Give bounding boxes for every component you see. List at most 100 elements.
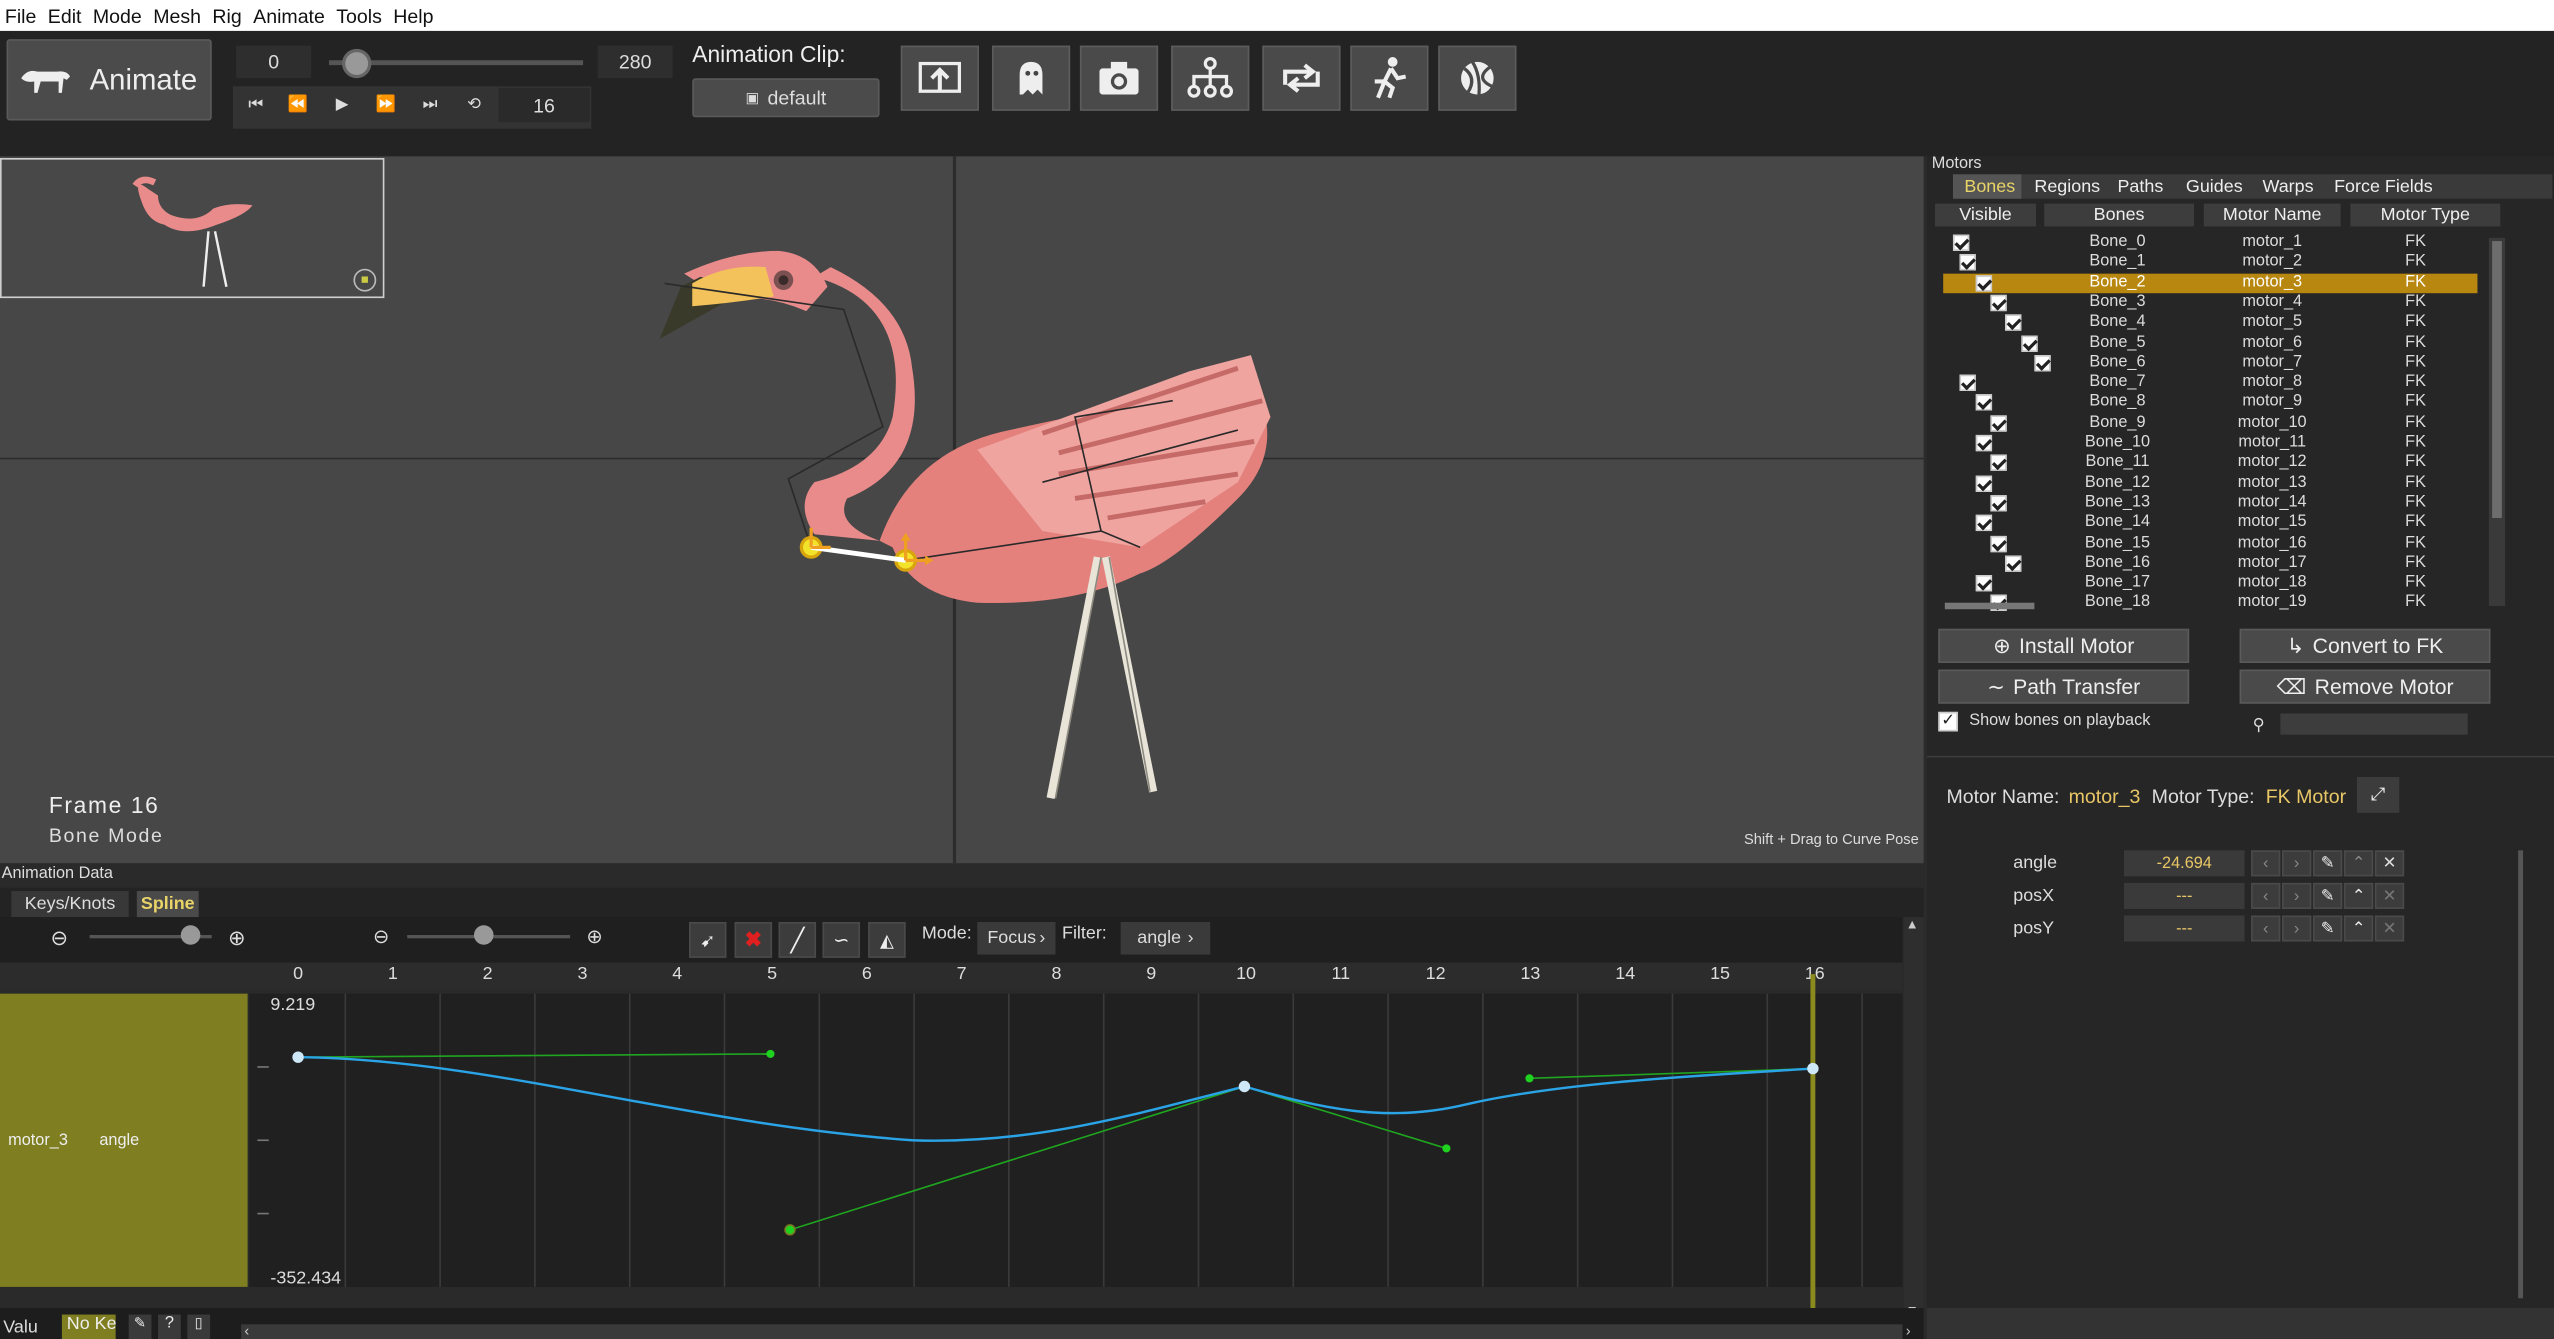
convert-fk-button[interactable]: ↳ Convert to FK xyxy=(2239,628,2491,663)
bone-name: Bone_8 xyxy=(2089,393,2146,412)
scroll-left-icon[interactable]: ‹ xyxy=(244,1323,249,1339)
delete-key-button[interactable]: ✕ xyxy=(2374,915,2405,942)
bone-row[interactable]: Bone_11 motor_12 FK xyxy=(1943,453,2477,473)
visible-checkbox[interactable] xyxy=(1990,495,2007,512)
visible-checkbox[interactable] xyxy=(1975,434,1993,452)
motor-name: motor_18 xyxy=(2237,573,2307,592)
bone-row[interactable]: Bone_0 motor_1 FK xyxy=(1943,233,2477,253)
visible-checkbox[interactable] xyxy=(2005,555,2022,572)
visible-checkbox[interactable] xyxy=(2034,354,2051,372)
bone-name: Bone_5 xyxy=(2089,333,2146,352)
remove-motor-button[interactable]: ⌫ Remove Motor xyxy=(2239,669,2491,704)
visible-checkbox[interactable] xyxy=(1975,575,1993,592)
visible-checkbox[interactable] xyxy=(1959,374,1976,392)
bone-row[interactable]: Bone_15 motor_16 FK xyxy=(1943,533,2477,553)
clipboard-button[interactable]: ▯ xyxy=(187,1314,211,1339)
visible-checkbox[interactable] xyxy=(2005,314,2022,331)
bone-row[interactable]: Bone_8 motor_9 FK xyxy=(1943,393,2477,413)
visible-checkbox[interactable] xyxy=(1975,274,1993,291)
edit-key-button[interactable]: ✎ xyxy=(2312,850,2343,877)
visible-checkbox[interactable] xyxy=(2021,334,2038,352)
next-key-button[interactable]: › xyxy=(2281,882,2312,909)
visible-checkbox[interactable] xyxy=(1959,254,1976,271)
column-visible[interactable]: Visible xyxy=(1935,203,2037,227)
scroll-up-icon[interactable]: ▲ xyxy=(1906,917,1919,932)
tangent-handle[interactable] xyxy=(1525,1074,1534,1083)
bone-row[interactable]: Bone_2 motor_3 FK xyxy=(1943,273,2478,293)
motor-name: motor_9 xyxy=(2242,393,2303,412)
tangent-handle[interactable] xyxy=(1442,1144,1451,1153)
key-up-button[interactable]: ⌃ xyxy=(2343,915,2374,942)
next-key-button[interactable]: › xyxy=(2281,850,2312,877)
prev-key-button[interactable]: ‹ xyxy=(2251,882,2281,909)
tab-paths[interactable]: Paths xyxy=(2117,174,2163,198)
bone-row[interactable]: Bone_13 motor_14 FK xyxy=(1943,493,2477,513)
prev-key-button[interactable]: ‹ xyxy=(2251,915,2281,942)
motor-type-label: Motor Type: xyxy=(2151,785,2255,808)
tab-force-fields[interactable]: Force Fields xyxy=(2334,174,2433,198)
key-point[interactable] xyxy=(1238,1080,1251,1093)
motor-name: motor_4 xyxy=(2242,293,2303,311)
visible-checkbox[interactable] xyxy=(1975,394,1993,412)
next-key-button[interactable]: › xyxy=(2281,915,2312,942)
show-bones-checkbox[interactable]: ✓ xyxy=(1938,711,1958,732)
bone-row[interactable]: Bone_7 motor_8 FK xyxy=(1943,373,2477,393)
tab-warps[interactable]: Warps xyxy=(2262,174,2313,198)
tab-bones[interactable]: Bones xyxy=(1964,174,2015,198)
plus-circle-icon: ⊕ xyxy=(1993,632,2011,658)
column-bones[interactable]: Bones xyxy=(2044,203,2195,227)
edit-key-button[interactable]: ✎ xyxy=(2312,915,2343,942)
expand-button[interactable]: ⤢ xyxy=(2356,777,2400,813)
property-value-input[interactable]: --- xyxy=(2123,882,2245,909)
bone-row[interactable]: Bone_5 motor_6 FK xyxy=(1943,333,2477,353)
delete-key-button[interactable]: ✕ xyxy=(2374,882,2405,909)
bone-row[interactable]: Bone_4 motor_5 FK xyxy=(1943,313,2477,333)
delete-key-button[interactable]: ✕ xyxy=(2374,850,2405,877)
tab-regions[interactable]: Regions xyxy=(2034,174,2100,198)
wrench-button[interactable]: ✎ xyxy=(128,1314,152,1339)
tangent-handle[interactable] xyxy=(766,1049,775,1059)
chevron-up-icon: ⌃ xyxy=(2351,854,2366,873)
bone-row[interactable]: Bone_1 motor_2 FK xyxy=(1943,253,2477,273)
help-button[interactable]: ? xyxy=(157,1314,181,1339)
property-value-input[interactable]: --- xyxy=(2123,915,2245,942)
bone-row[interactable]: Bone_12 motor_13 FK xyxy=(1943,473,2477,493)
spline-curve[interactable] xyxy=(298,1055,1813,1142)
key-up-button[interactable]: ⌃ xyxy=(2343,882,2374,909)
bone-list-scroll-thumb[interactable] xyxy=(2492,241,2502,519)
bone-list-hscroll[interactable] xyxy=(1944,602,2035,610)
scroll-right-icon[interactable]: › xyxy=(1906,1323,1911,1339)
graph-vscroll[interactable] xyxy=(1904,917,1924,1325)
visible-checkbox[interactable] xyxy=(1990,535,2007,552)
tangent-handle[interactable] xyxy=(784,1224,796,1236)
bone-row[interactable]: Bone_6 motor_7 FK xyxy=(1943,353,2477,373)
visible-checkbox[interactable] xyxy=(1990,454,2007,472)
bone-row[interactable]: Bone_17 motor_18 FK xyxy=(1943,574,2477,594)
visible-checkbox[interactable] xyxy=(1975,474,1993,492)
property-row-posx: posX --- ‹ › ✎ ⌃ ✕ xyxy=(2013,882,2420,909)
graph-hscroll[interactable] xyxy=(241,1324,1903,1339)
bone-search-input[interactable] xyxy=(2280,713,2468,735)
install-motor-button[interactable]: ⊕ Install Motor xyxy=(1938,628,2190,663)
visible-checkbox[interactable] xyxy=(1952,234,1970,251)
key-point[interactable] xyxy=(292,1051,304,1063)
visible-checkbox[interactable] xyxy=(1990,294,2007,311)
column-motor-name[interactable]: Motor Name xyxy=(2203,203,2341,227)
property-value-input[interactable]: -24.694 xyxy=(2123,850,2245,877)
bone-row[interactable]: Bone_14 motor_15 FK xyxy=(1943,513,2477,533)
bone-row[interactable]: Bone_10 motor_11 FK xyxy=(1943,433,2477,453)
bone-row[interactable]: Bone_9 motor_10 FK xyxy=(1943,413,2477,433)
property-scrollbar[interactable] xyxy=(2518,850,2524,1299)
edit-key-button[interactable]: ✎ xyxy=(2312,882,2343,909)
spline-graph[interactable] xyxy=(0,0,1924,1339)
bone-row[interactable]: Bone_16 motor_17 FK xyxy=(1943,554,2477,574)
bone-row[interactable]: Bone_3 motor_4 FK xyxy=(1943,293,2477,313)
column-motor-type[interactable]: Motor Type xyxy=(2350,203,2501,227)
key-up-button[interactable]: ⌃ xyxy=(2343,850,2374,877)
prev-key-button[interactable]: ‹ xyxy=(2251,850,2281,877)
path-transfer-button[interactable]: ∼ Path Transfer xyxy=(1938,669,2190,704)
key-point[interactable] xyxy=(1807,1062,1819,1075)
visible-checkbox[interactable] xyxy=(1990,414,2007,432)
tab-guides[interactable]: Guides xyxy=(2186,174,2243,198)
visible-checkbox[interactable] xyxy=(1975,515,1993,532)
